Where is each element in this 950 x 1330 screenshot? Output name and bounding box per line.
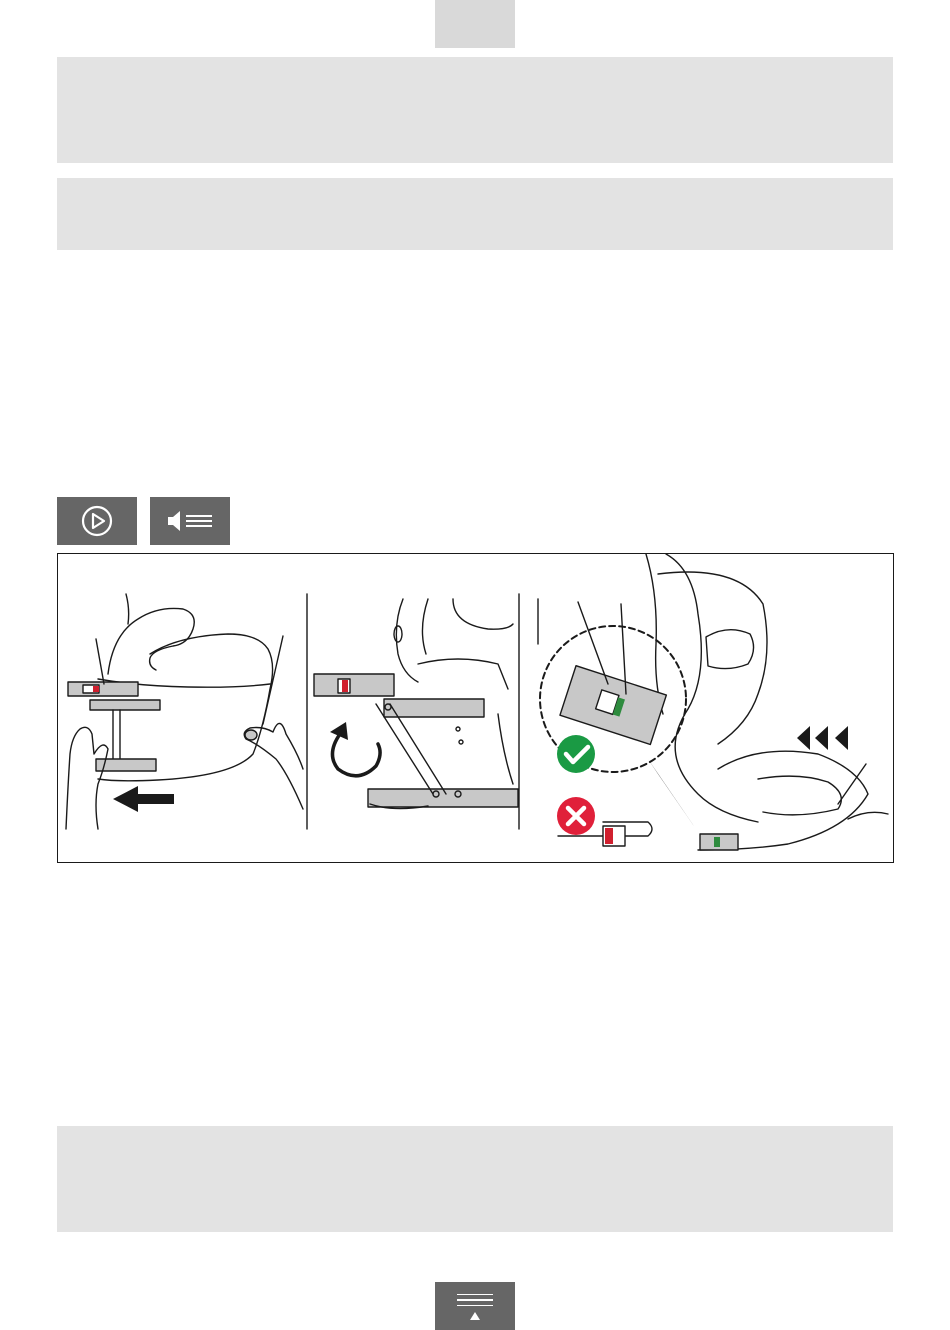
toc-line (457, 1304, 493, 1307)
figure-illustration (65, 554, 889, 851)
play-video-button[interactable] (57, 497, 137, 545)
table-of-contents-button[interactable] (435, 1282, 515, 1330)
audio-instructions-button[interactable] (150, 497, 230, 545)
note-box-top-2 (57, 178, 893, 250)
rotate-arrow-icon (330, 732, 382, 778)
toc-line (457, 1299, 493, 1301)
up-arrow-icon (470, 1312, 480, 1321)
panel-2-rotate-arm (313, 598, 519, 810)
page-tab (435, 0, 515, 48)
play-circle-icon (81, 505, 113, 537)
panel-1-pull-connector (65, 593, 304, 830)
installation-figure (57, 553, 894, 863)
ok-check-icon (557, 735, 595, 773)
panel-3-check-indicator (537, 554, 889, 851)
pull-arrow-icon (113, 786, 174, 812)
speaker-list-icon (168, 511, 212, 531)
note-box-top-1 (57, 57, 893, 163)
note-box-bottom (57, 1126, 893, 1232)
toc-line (457, 1293, 493, 1296)
